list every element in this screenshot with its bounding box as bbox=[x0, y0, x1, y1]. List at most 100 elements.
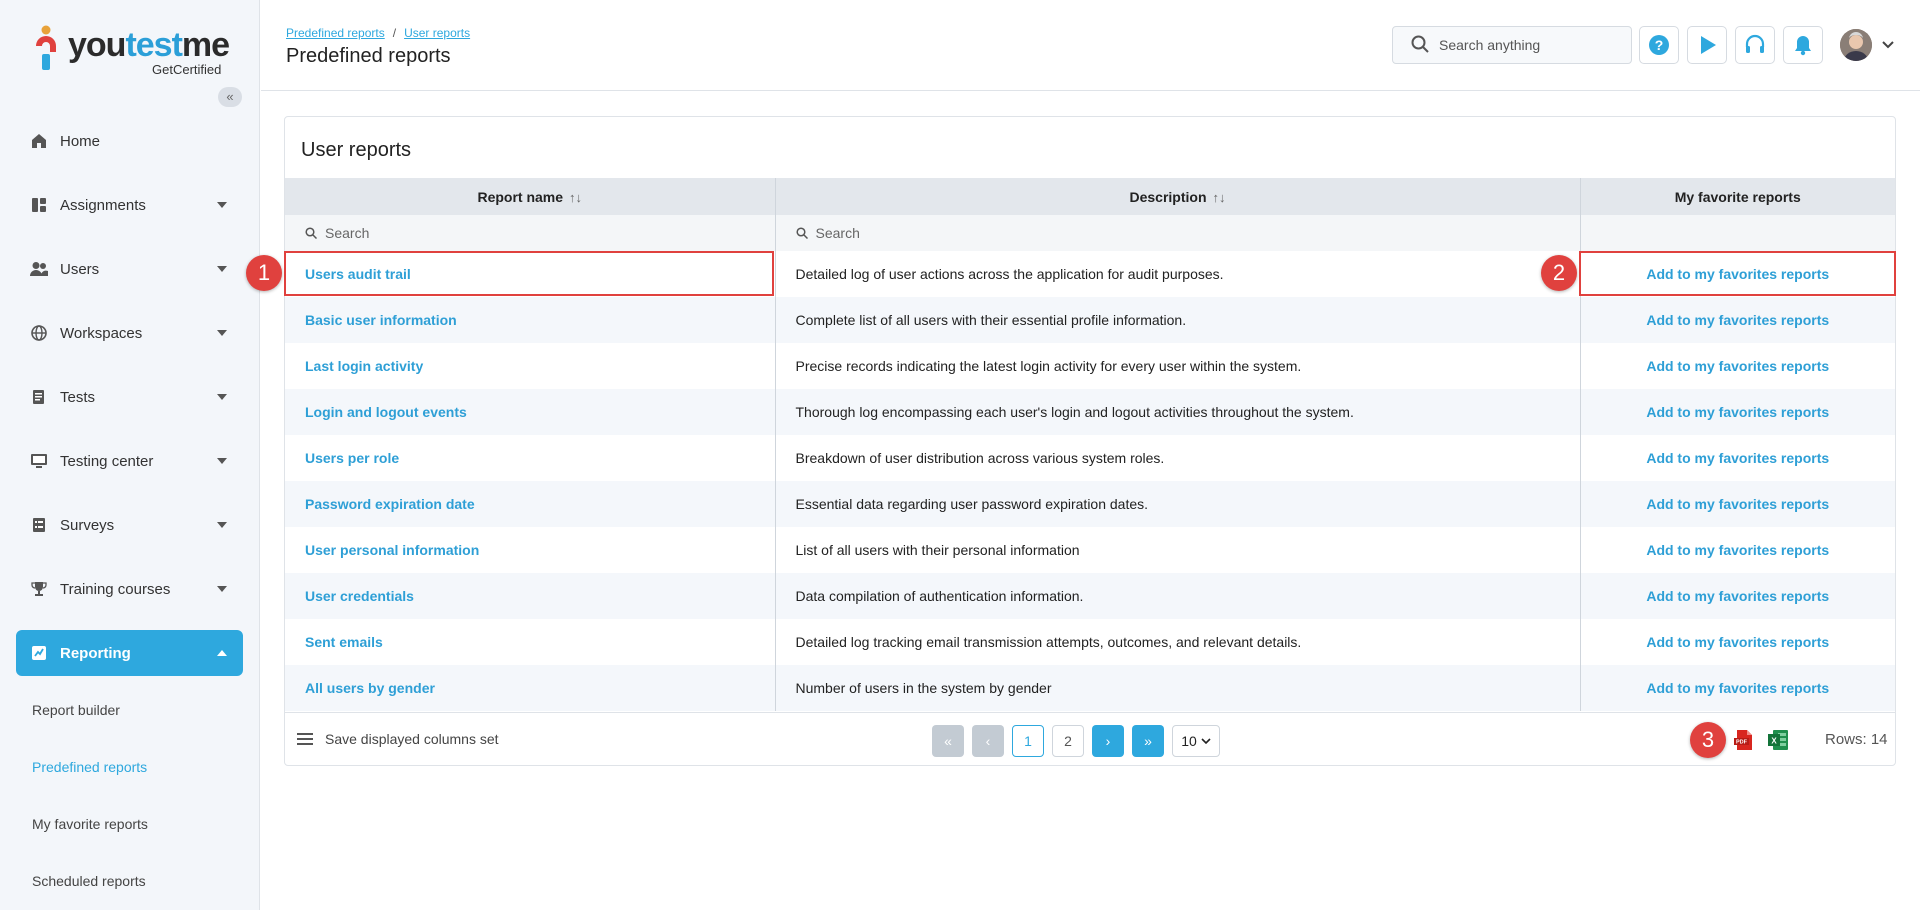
report-name-cell: All users by gender bbox=[285, 665, 776, 711]
table-row: Last login activity Precise records indi… bbox=[285, 343, 1895, 389]
page-button-1[interactable]: 1 bbox=[1012, 725, 1044, 757]
breadcrumb-predefined-reports[interactable]: Predefined reports bbox=[286, 26, 385, 40]
search-icon bbox=[795, 227, 808, 240]
report-link[interactable]: User credentials bbox=[305, 588, 414, 604]
avatar-image-icon bbox=[1840, 29, 1872, 61]
svg-text:PDF: PDF bbox=[1736, 740, 1748, 746]
top-header: Predefined reports / User reports Predefin… bbox=[261, 0, 1920, 91]
add-to-favorites-link[interactable]: Add to my favorites reports bbox=[1646, 404, 1829, 420]
global-search-input[interactable]: Search anything bbox=[1392, 26, 1632, 64]
sidebar-item-reporting[interactable]: Reporting bbox=[16, 630, 243, 676]
report-link[interactable]: All users by gender bbox=[305, 680, 435, 696]
sidebar-item-label: Home bbox=[60, 132, 101, 150]
report-name-cell: Last login activity bbox=[285, 343, 776, 389]
sidebar-item-training-courses[interactable]: Training courses bbox=[16, 566, 243, 612]
description-cell: Thorough log encompassing each user's lo… bbox=[775, 389, 1581, 435]
brand-logo[interactable]: youtestme GetCertified bbox=[32, 22, 232, 78]
video-tutorial-button[interactable] bbox=[1687, 26, 1727, 64]
rows-count: Rows: 14 bbox=[1825, 731, 1888, 748]
breadcrumb-user-reports[interactable]: User reports bbox=[404, 26, 470, 40]
chart-icon bbox=[30, 644, 48, 662]
sidebar-item-assignments[interactable]: Assignments bbox=[16, 182, 243, 228]
page-button-2[interactable]: 2 bbox=[1052, 725, 1084, 757]
breadcrumb: Predefined reports / User reports bbox=[286, 26, 470, 40]
add-to-favorites-link[interactable]: Add to my favorites reports bbox=[1646, 450, 1829, 466]
sort-icon[interactable]: ↑↓ bbox=[569, 190, 582, 205]
report-link[interactable]: Basic user information bbox=[305, 312, 457, 328]
add-to-favorites-link[interactable]: Add to my favorites reports bbox=[1646, 634, 1829, 650]
add-to-favorites-link[interactable]: Add to my favorites reports bbox=[1646, 680, 1829, 696]
save-columns-button[interactable]: Save displayed columns set bbox=[297, 731, 499, 747]
report-link[interactable]: Users per role bbox=[305, 450, 399, 466]
sidebar-subitem-report-builder[interactable]: Report builder bbox=[16, 682, 243, 739]
user-reports-card: User reports Report name ↑↓ Description ↑↓… bbox=[284, 116, 1896, 766]
table-row: Basic user information Complete list of … bbox=[285, 297, 1895, 343]
breadcrumb-separator: / bbox=[392, 26, 397, 40]
page-size-value: 10 bbox=[1181, 733, 1197, 749]
description-filter-input[interactable]: Search bbox=[775, 215, 1581, 251]
description-cell: Precise records indicating the latest lo… bbox=[775, 343, 1581, 389]
notifications-button[interactable] bbox=[1783, 26, 1823, 64]
user-avatar[interactable] bbox=[1840, 29, 1872, 61]
chevron-down-icon bbox=[217, 330, 227, 336]
description-cell: Breakdown of user distribution across va… bbox=[775, 435, 1581, 481]
add-to-favorites-link[interactable]: Add to my favorites reports bbox=[1646, 542, 1829, 558]
sidebar-subitem-scheduled-reports[interactable]: Scheduled reports bbox=[16, 853, 243, 910]
favorites-cell: Add to my favorites reports bbox=[1580, 527, 1895, 573]
description-cell: List of all users with their personal in… bbox=[775, 527, 1581, 573]
report-link[interactable]: User personal information bbox=[305, 542, 479, 558]
export-pdf-icon[interactable]: PDF bbox=[1732, 728, 1756, 752]
chevron-down-icon bbox=[217, 202, 227, 208]
collapse-sidebar-button[interactable]: « bbox=[218, 87, 242, 107]
export-excel-icon[interactable]: X bbox=[1766, 728, 1790, 752]
brand-tagline: GetCertified bbox=[152, 62, 222, 77]
chevron-down-icon[interactable] bbox=[1882, 41, 1894, 49]
favorites-cell: Add to my favorites reports bbox=[1580, 389, 1895, 435]
report-name-cell: Basic user information bbox=[285, 297, 776, 343]
page-size-select[interactable]: 10 bbox=[1172, 725, 1220, 757]
sidebar-subitem-predefined-reports[interactable]: Predefined reports bbox=[16, 739, 243, 796]
svg-text:?: ? bbox=[1655, 37, 1664, 53]
search-icon bbox=[1411, 35, 1429, 56]
sidebar-item-tests[interactable]: Tests bbox=[16, 374, 243, 420]
chevron-down-icon bbox=[217, 394, 227, 400]
sort-icon[interactable]: ↑↓ bbox=[1213, 190, 1226, 205]
support-button[interactable] bbox=[1735, 26, 1775, 64]
sidebar-subitem-my-favorite-reports[interactable]: My favorite reports bbox=[16, 796, 243, 853]
column-header-description[interactable]: Description ↑↓ bbox=[775, 178, 1581, 215]
sidebar-item-label: Tests bbox=[60, 388, 96, 406]
page-title: Predefined reports bbox=[286, 45, 451, 67]
sidebar-item-surveys[interactable]: Surveys bbox=[16, 502, 243, 548]
report-link[interactable]: Sent emails bbox=[305, 634, 383, 650]
home-icon bbox=[30, 132, 48, 150]
sidebar-item-home[interactable]: Home bbox=[16, 118, 243, 164]
add-to-favorites-link[interactable]: Add to my favorites reports bbox=[1646, 588, 1829, 604]
pagination: « ‹ 1 2 › » 10 bbox=[932, 725, 1220, 757]
report-link[interactable]: Last login activity bbox=[305, 358, 423, 374]
globe-icon bbox=[30, 324, 48, 342]
add-to-favorites-link[interactable]: Add to my favorites reports bbox=[1646, 496, 1829, 512]
report-link[interactable]: Password expiration date bbox=[305, 496, 475, 512]
favorites-cell: Add to my favorites reports bbox=[1580, 435, 1895, 481]
column-header-report-name[interactable]: Report name ↑↓ bbox=[285, 178, 776, 215]
table-row: Login and logout events Thorough log enc… bbox=[285, 389, 1895, 435]
add-to-favorites-link[interactable]: Add to my favorites reports bbox=[1646, 358, 1829, 374]
column-header-label: Report name bbox=[477, 188, 564, 205]
add-to-favorites-link[interactable]: Add to my favorites reports bbox=[1646, 312, 1829, 328]
first-page-button[interactable]: « bbox=[932, 725, 964, 757]
sidebar-item-label: Users bbox=[60, 260, 100, 278]
sidebar-item-workspaces[interactable]: Workspaces bbox=[16, 310, 243, 356]
next-page-button[interactable]: › bbox=[1092, 725, 1124, 757]
help-button[interactable]: ? bbox=[1639, 26, 1679, 64]
report-name-cell: Password expiration date bbox=[285, 481, 776, 527]
sidebar-item-testing-center[interactable]: Testing center bbox=[16, 438, 243, 484]
prev-page-button[interactable]: ‹ bbox=[972, 725, 1004, 757]
brand-name: youtestme bbox=[68, 26, 230, 64]
last-page-button[interactable]: » bbox=[1132, 725, 1164, 757]
report-link[interactable]: Login and logout events bbox=[305, 404, 467, 420]
table-row: Users per role Breakdown of user distrib… bbox=[285, 435, 1895, 481]
help-icon: ? bbox=[1649, 35, 1669, 55]
sidebar-item-users[interactable]: Users bbox=[16, 246, 243, 292]
report-name-cell: Login and logout events bbox=[285, 389, 776, 435]
report-name-filter-input[interactable]: Search bbox=[285, 215, 776, 251]
